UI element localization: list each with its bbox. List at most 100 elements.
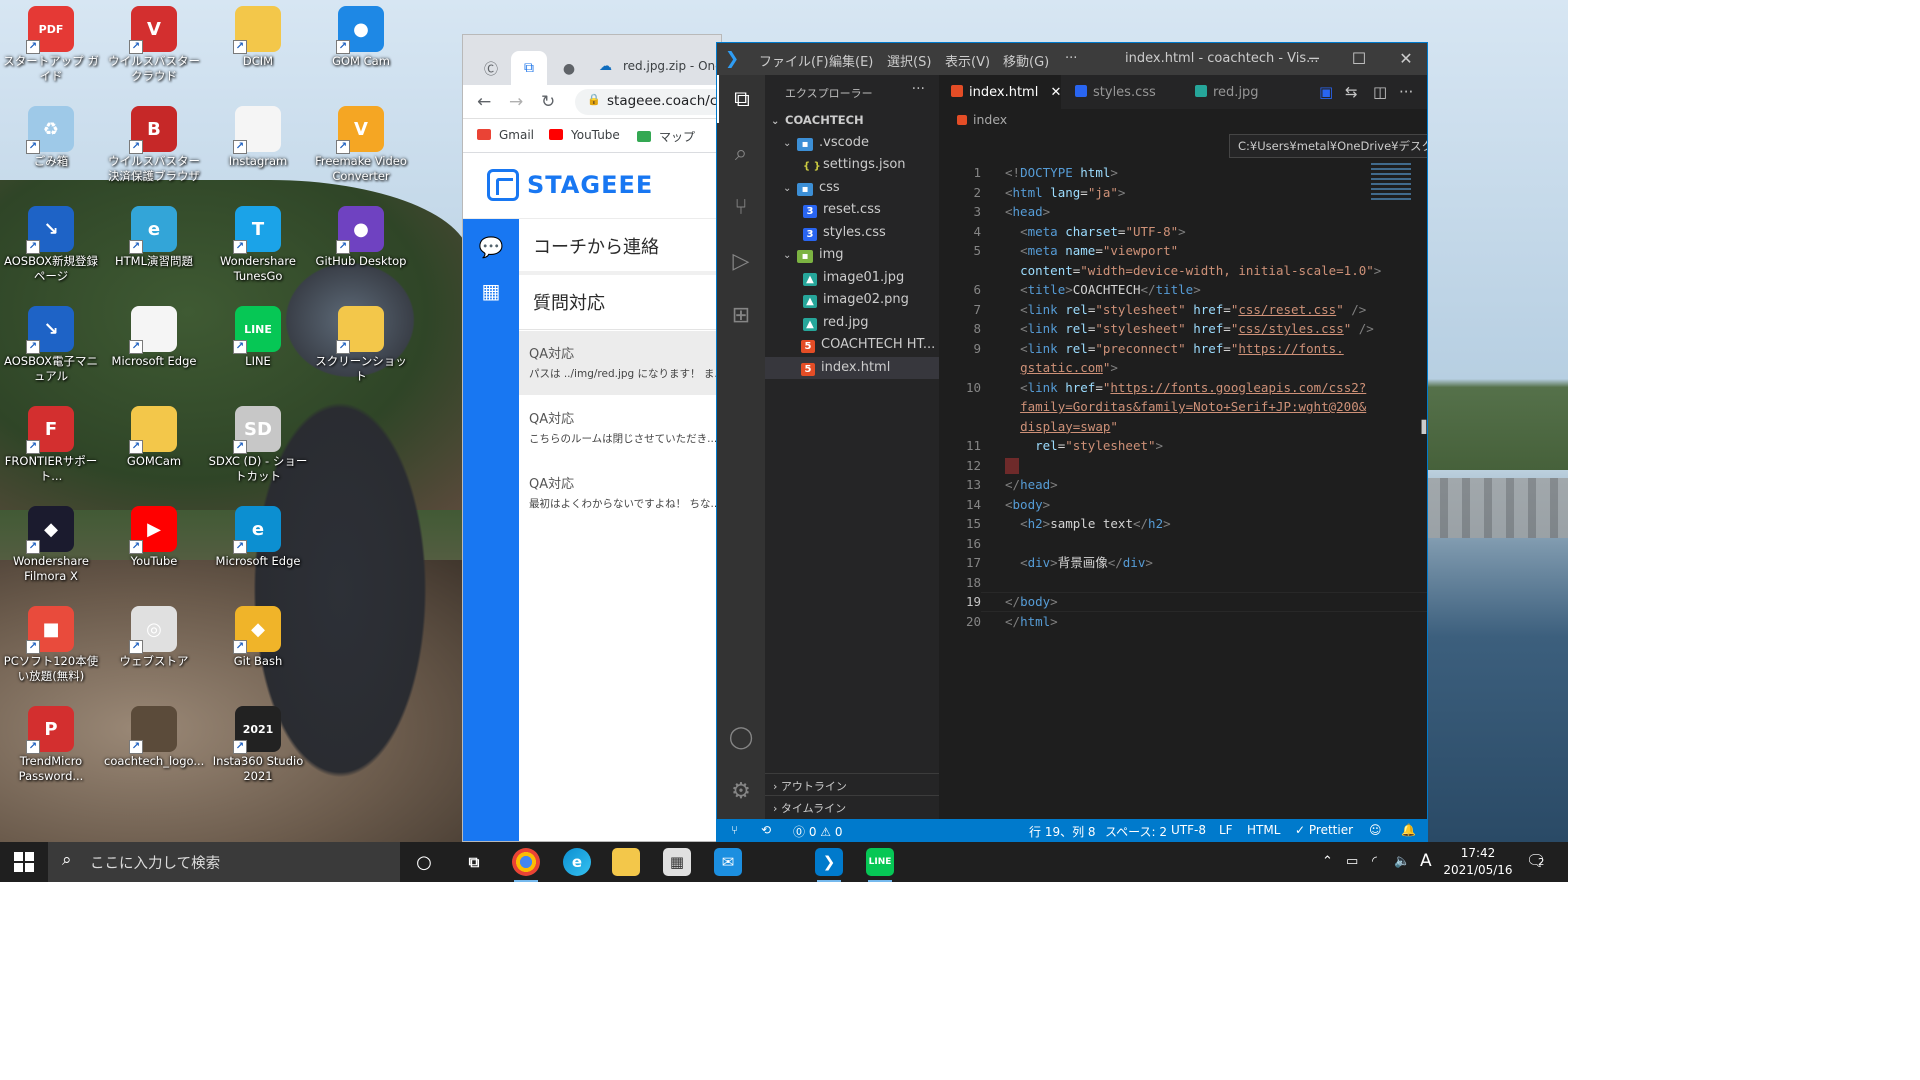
feedback-icon[interactable]: ☺ <box>1369 823 1382 837</box>
edge-taskbar-icon[interactable]: e <box>563 848 591 876</box>
more-actions-icon[interactable]: ··· <box>912 81 925 97</box>
timeline-section[interactable]: › タイムライン <box>765 795 939 817</box>
desktop-shortcut[interactable]: ◎ ↗ ウェブストア <box>104 606 204 669</box>
desktop-shortcut[interactable]: ▶ ↗ YouTube <box>104 506 204 569</box>
wifi-icon[interactable]: ◜ <box>1372 854 1377 869</box>
tree-folder[interactable]: ⌄ ▪ img <box>765 244 939 267</box>
desktop-shortcut[interactable]: SD ↗ SDXC (D) - ショートカット <box>208 406 308 484</box>
outline-section[interactable]: › アウトライン <box>765 773 939 795</box>
chat-item[interactable]: QA対応 パスは ../img/red.jpg になります！ ま... <box>519 331 721 395</box>
tree-file[interactable]: ▲ image01.jpg <box>765 267 939 290</box>
desktop-shortcut[interactable]: V ↗ ウイルスバスター クラウド <box>104 6 204 84</box>
tree-file[interactable]: { } settings.json <box>765 154 939 177</box>
desktop-shortcut[interactable]: 2021 ↗ Insta360 Studio 2021 <box>208 706 308 784</box>
code-editor[interactable]: 1 <!DOCTYPE html> 2 <html lang="ja"> 3 <head>… <box>939 163 1427 631</box>
browser-window[interactable]: Ⓒ ⧉ ● ☁ red.jpg.zip - One ← → ↻ 🔒 stagee… <box>462 34 722 842</box>
tab-stageee[interactable]: ⧉ <box>511 51 547 85</box>
line-taskbar-icon[interactable]: LINE <box>866 848 894 882</box>
desktop-shortcut[interactable]: ↘ ↗ AOSBOX新規登録ページ <box>1 206 101 284</box>
desktop-shortcut[interactable]: ♻ ↗ ごみ箱 <box>1 106 101 169</box>
desktop-shortcut[interactable]: B ↗ ウイルスバスター決済保護ブラウザ <box>104 106 204 184</box>
desktop-shortcut[interactable]: V ↗ Freemake Video Converter <box>311 106 411 184</box>
tree-file[interactable]: 5 index.html <box>765 356 939 379</box>
menu-selection[interactable]: 選択(S) <box>887 51 931 70</box>
tree-file[interactable]: 3 styles.css <box>765 222 939 245</box>
run-debug-icon[interactable]: ▷ <box>717 237 765 285</box>
tab-index-html[interactable]: index.html ✕ <box>939 75 1061 109</box>
menu-view[interactable]: 表示(V) <box>945 51 990 70</box>
sync-icon[interactable]: ⟲ <box>761 823 771 837</box>
extensions-icon[interactable]: ⊞ <box>717 291 765 339</box>
calendar-icon[interactable]: ▦ <box>478 279 504 305</box>
tab-red-jpg[interactable]: red.jpg <box>1183 75 1283 109</box>
menu-qa[interactable]: 質問対応 <box>519 275 721 330</box>
store-icon[interactable]: ▦ <box>663 848 691 876</box>
bookmark-youtube[interactable]: YouTube <box>549 128 620 142</box>
desktop-shortcut[interactable]: ↗ Microsoft Edge <box>104 306 204 369</box>
tab-title-onedrive[interactable]: red.jpg.zip - One <box>623 59 721 73</box>
tree-file[interactable]: ▲ image02.png <box>765 289 939 312</box>
split-editor-icon[interactable]: ◫ <box>1373 83 1387 101</box>
close-icon[interactable]: ✕ <box>1391 47 1421 71</box>
tree-file[interactable]: ▲ red.jpg <box>765 312 939 335</box>
tab-github[interactable]: ● <box>555 55 583 83</box>
desktop-shortcut[interactable]: ■ ↗ PCソフト120本使い放題(無料) <box>1 606 101 684</box>
maximize-icon[interactable]: ☐ <box>1344 47 1374 71</box>
desktop-shortcut[interactable]: PDF ↗ スタートアップ ガイド <box>1 6 101 84</box>
desktop-shortcut[interactable]: ◆ ↗ Wondershare Filmora X <box>1 506 101 584</box>
cortana-icon[interactable]: ○ <box>410 848 438 876</box>
remote-icon[interactable]: ⑂ <box>731 823 738 837</box>
encoding[interactable]: UTF-8 <box>1171 823 1206 837</box>
tree-file[interactable]: 3 reset.css <box>765 199 939 222</box>
chrome-taskbar-icon[interactable] <box>512 848 540 882</box>
chat-item[interactable]: QA対応 最初はよくわからないですよね！ ちな... <box>519 461 721 525</box>
source-control-icon[interactable]: ⑂ <box>717 183 765 231</box>
desktop-shortcut[interactable]: F ↗ FRONTIERサポート... <box>1 406 101 484</box>
desktop-shortcut[interactable]: P ↗ TrendMicro Password... <box>1 706 101 784</box>
mail-icon[interactable]: ✉ <box>714 848 742 876</box>
address-bar[interactable]: 🔒 stageee.coach/ch <box>575 89 721 115</box>
reload-icon[interactable]: ↻ <box>541 92 555 112</box>
problems-indicator[interactable]: ⓪ 0 ⚠ 0 <box>793 823 842 840</box>
editor-more-icon[interactable]: ··· <box>1399 83 1413 101</box>
chat-item[interactable]: QA対応 こちらのルームは閉じさせていただき... <box>519 396 721 460</box>
bookmark-maps[interactable]: マップ <box>637 128 695 145</box>
language-mode[interactable]: HTML <box>1247 823 1280 837</box>
desktop-shortcut[interactable]: LINE ↗ LINE <box>208 306 308 369</box>
tab-close-icon[interactable]: ✕ <box>1050 85 1061 100</box>
explorer-root-folder[interactable]: ⌄ COACHTECH <box>765 109 939 132</box>
search-icon[interactable]: ⌕ <box>717 129 765 177</box>
file-explorer-icon[interactable] <box>612 848 640 876</box>
vscode-taskbar-icon[interactable]: ❯ <box>815 848 843 882</box>
show-hidden-icons[interactable]: ⌃ <box>1322 854 1333 869</box>
minimize-icon[interactable]: ─ <box>1299 47 1329 71</box>
vscode-window[interactable]: ❯ ファイル(F) 編集(E) 選択(S) 表示(V) 移動(G) ··· in… <box>716 42 1428 842</box>
menu-file[interactable]: ファイル(F) <box>759 51 829 70</box>
explorer-icon[interactable]: ⧉ <box>717 75 765 123</box>
account-icon[interactable]: ◯ <box>717 713 765 761</box>
bell-icon[interactable]: 🔔 <box>1401 823 1416 837</box>
desktop-shortcut[interactable]: ● ↗ GOM Cam <box>311 6 411 69</box>
bookmark-gmail[interactable]: Gmail <box>477 128 534 142</box>
volume-icon[interactable]: 🔈 <box>1394 854 1410 869</box>
menu-go[interactable]: 移動(G) <box>1003 51 1049 70</box>
task-view-icon[interactable]: ⧉ <box>460 848 488 876</box>
desktop-shortcut[interactable]: e ↗ Microsoft Edge <box>208 506 308 569</box>
desktop-shortcut[interactable]: ◆ ↗ Git Bash <box>208 606 308 669</box>
windows-start-icon[interactable] <box>14 852 34 872</box>
desktop-shortcut[interactable]: ↗ DCIM <box>208 6 308 69</box>
battery-icon[interactable]: ▭ <box>1346 854 1358 869</box>
prettier-status[interactable]: ✓ Prettier <box>1295 823 1353 837</box>
tree-folder[interactable]: ⌄ ▪ .vscode <box>765 132 939 155</box>
notification-center-icon[interactable]: 🗨 2 <box>1526 851 1546 870</box>
taskbar-search-box[interactable]: ⌕ ここに入力して検索 <box>48 842 400 882</box>
forward-icon[interactable]: → <box>509 92 523 112</box>
tab-favicon-c[interactable]: Ⓒ <box>477 55 505 83</box>
menu-coach-contact[interactable]: コーチから連絡 <box>519 219 721 274</box>
clock[interactable]: 17:42 2021/05/16 <box>1440 845 1516 879</box>
site-logo-text[interactable]: STAGEEE <box>527 171 653 199</box>
desktop-shortcut[interactable]: ↗ Instagram <box>208 106 308 169</box>
tree-folder[interactable]: ⌄ ▪ css <box>765 177 939 200</box>
end-of-line[interactable]: LF <box>1219 823 1233 837</box>
desktop-shortcut[interactable]: e ↗ HTML演習問題 <box>104 206 204 269</box>
